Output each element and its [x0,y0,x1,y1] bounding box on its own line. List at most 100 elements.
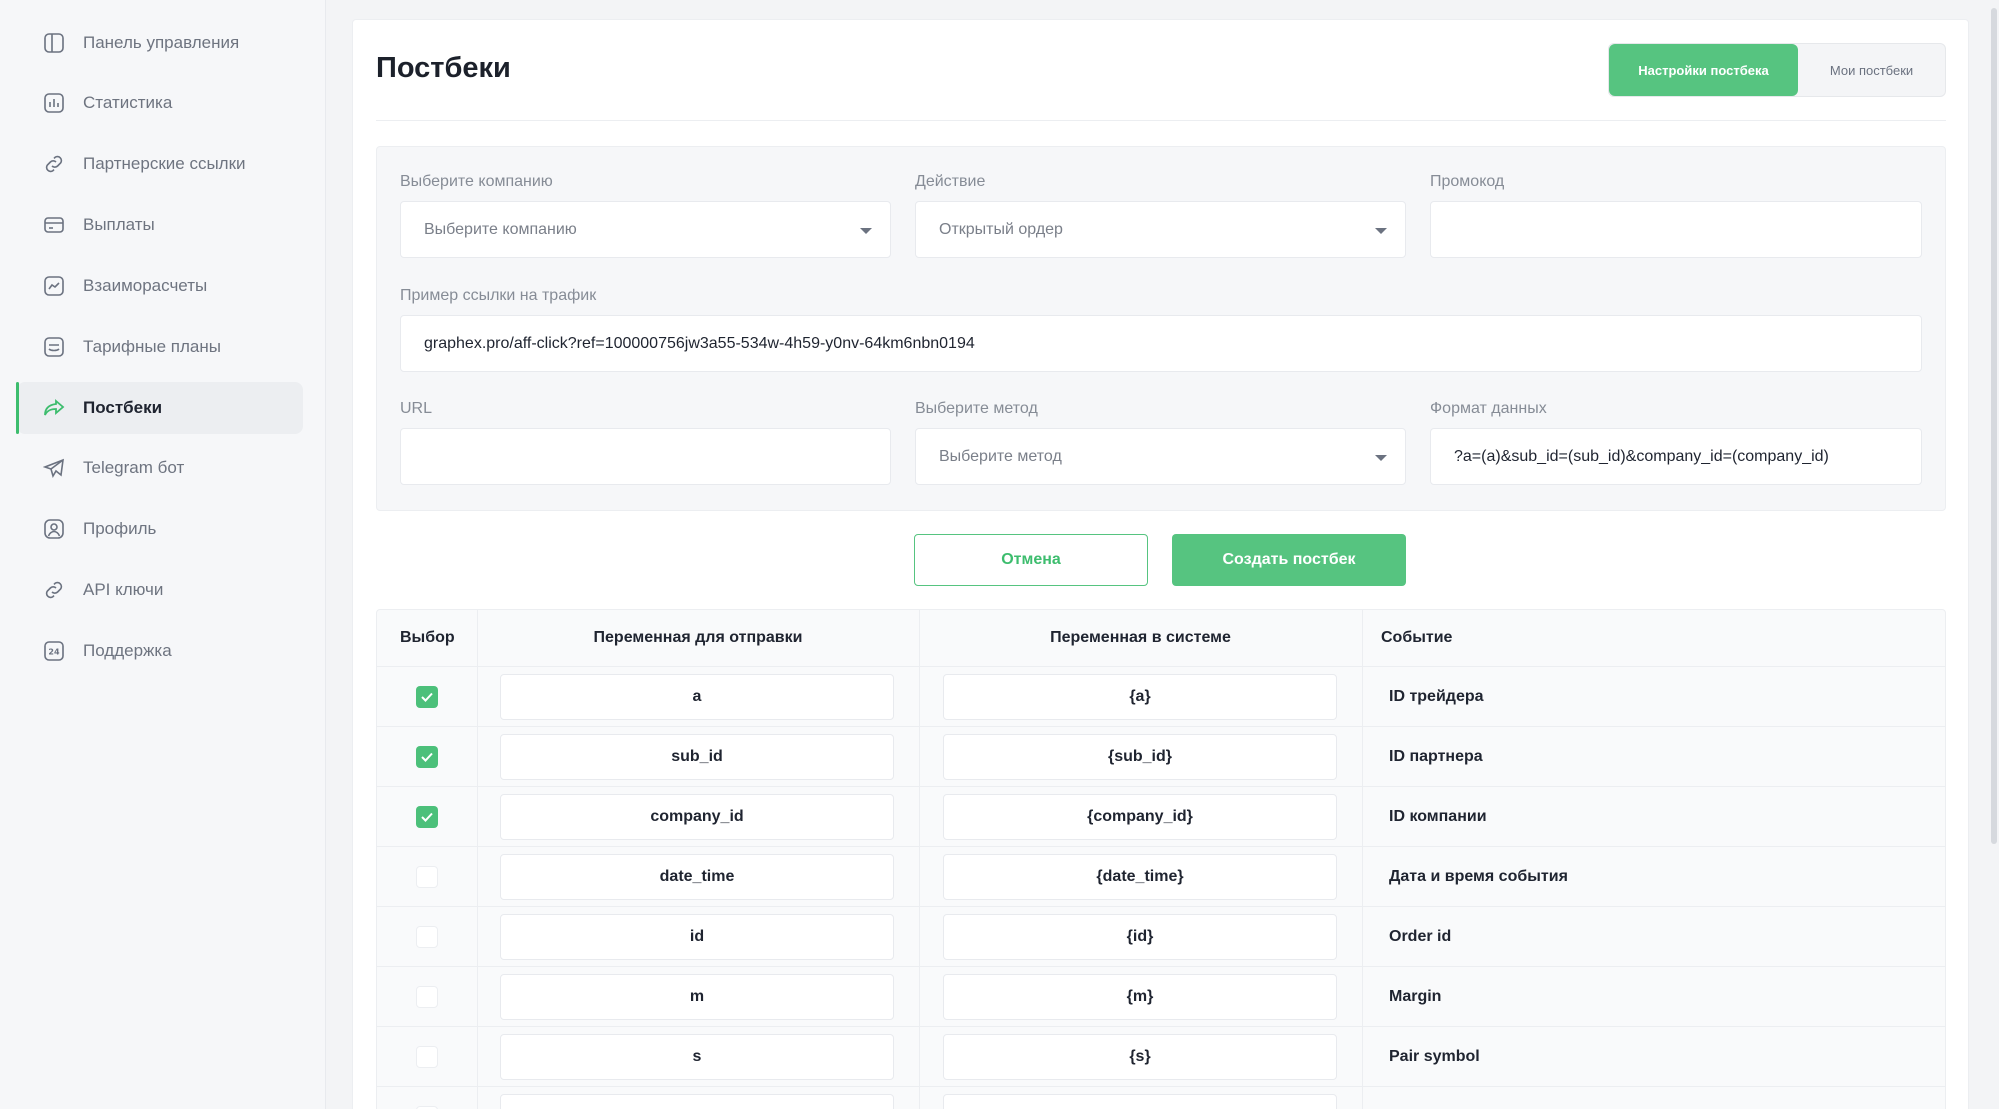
system-variable-field: {company_id} [943,794,1337,840]
data-format-input[interactable]: ?a=(a)&sub_id=(sub_id)&company_id=(compa… [1430,428,1922,485]
column-header-send-variable: Переменная для отправки [593,629,803,646]
send-variable-input[interactable] [500,1094,894,1109]
table-row: date_time {date_time} Дата и время событ… [377,846,1945,906]
svg-text:24: 24 [48,648,60,657]
company-select-value: Выберите компанию [424,220,577,238]
column-header-select: Выбор [400,629,455,646]
send-variable-input[interactable]: m [500,974,894,1020]
method-select-value: Выберите метод [939,447,1062,465]
system-variable-field: {date_time} [943,854,1337,900]
method-select[interactable]: Выберите метод [915,428,1406,485]
event-label: Дата и время события [1389,868,1568,885]
sidebar-item-label: Панель управления [83,33,240,52]
variables-table: Выбор Переменная для отправки Переменная… [376,609,1946,1109]
system-variable-field [943,1094,1337,1109]
check-icon [421,752,433,762]
page-scrollbar[interactable] [1991,8,1997,844]
sidebar-item-label: Telegram бот [83,458,185,477]
send-variable-input[interactable]: date_time [500,854,894,900]
sidebar-item-payouts[interactable]: Выплаты [17,199,303,251]
tab-postback-settings[interactable]: Настройки постбека [1609,44,1798,96]
sidebar-item-api-keys[interactable]: API ключи [17,564,303,616]
action-label: Действие [915,173,986,190]
divider [376,120,1946,121]
page-title: Постбеки [376,52,511,84]
traffic-link-input[interactable]: graphex.pro/aff-click?ref=100000756jw3a5… [400,315,1922,372]
row-checkbox[interactable] [416,1046,438,1068]
sidebar: Панель управления Статистика Партнерские… [0,0,326,1109]
table-row: company_id {company_id} ID компании [377,786,1945,846]
sidebar-item-label: API ключи [83,580,164,599]
promo-label: Промокод [1430,173,1505,190]
link-icon [42,152,66,176]
send-variable-input[interactable]: a [500,674,894,720]
company-select[interactable]: Выберите компанию [400,201,891,258]
table-row: s {s} Pair symbol [377,1026,1945,1086]
event-label: ID партнера [1389,748,1483,765]
postbacks-card: Постбеки Настройки постбека Мои постбеки… [352,19,1969,1109]
dashboard-icon [42,31,66,55]
sidebar-item-partner-links[interactable]: Партнерские ссылки [17,138,303,190]
row-checkbox[interactable] [416,806,438,828]
check-icon [421,692,433,702]
table-row: m {m} Margin [377,966,1945,1026]
table-row: id {id} Order id [377,906,1945,966]
sidebar-item-support[interactable]: 24 Поддержка [17,625,303,677]
send-variable-input[interactable]: s [500,1034,894,1080]
trend-icon [42,274,66,298]
tab-switcher: Настройки постбека Мои постбеки [1608,43,1946,97]
tab-my-postbacks[interactable]: Мои постбеки [1798,44,1945,96]
chart-icon [42,91,66,115]
sidebar-item-postbacks[interactable]: Постбеки [16,382,303,434]
row-checkbox[interactable] [416,746,438,768]
event-label: ID компании [1389,808,1487,825]
send-variable-input[interactable]: sub_id [500,734,894,780]
user-icon [42,517,66,541]
create-postback-button[interactable]: Создать постбек [1172,534,1406,586]
row-checkbox[interactable] [416,926,438,948]
table-row: a {a} ID трейдера [377,666,1945,726]
action-select[interactable]: Открытый ордер [915,201,1406,258]
sidebar-item-dashboard[interactable]: Панель управления [17,17,303,69]
method-label: Выберите метод [915,400,1038,417]
share-arrow-icon [42,396,66,420]
sidebar-item-label: Партнерские ссылки [83,154,246,173]
chevron-down-icon [860,228,872,234]
sidebar-item-label: Поддержка [83,641,172,660]
sidebar-item-profile[interactable]: Профиль [17,503,303,555]
company-label: Выберите компанию [400,173,553,190]
row-checkbox[interactable] [416,866,438,888]
sidebar-item-settlements[interactable]: Взаиморасчеты [17,260,303,312]
row-checkbox[interactable] [416,686,438,708]
url-input[interactable] [400,428,891,485]
sidebar-item-telegram-bot[interactable]: Telegram бот [17,442,303,494]
sidebar-item-label: Профиль [83,519,157,538]
sidebar-item-tariff-plans[interactable]: Тарифные планы [17,321,303,373]
column-header-event: Событие [1381,629,1453,646]
postback-form: Выберите компанию Выберите компанию Дейс… [376,146,1946,511]
telegram-icon [42,456,66,480]
cancel-button[interactable]: Отмена [914,534,1148,586]
sidebar-item-label: Статистика [83,93,173,112]
system-variable-field: {sub_id} [943,734,1337,780]
promo-input[interactable] [1430,201,1922,258]
event-label: Margin [1389,988,1442,1005]
sidebar-item-statistics[interactable]: Статистика [17,77,303,129]
table-row: sub_id {sub_id} ID партнера [377,726,1945,786]
send-variable-input[interactable]: id [500,914,894,960]
system-variable-field: {a} [943,674,1337,720]
system-variable-field: {s} [943,1034,1337,1080]
row-checkbox[interactable] [416,986,438,1008]
data-format-label: Формат данных [1430,400,1547,417]
check-icon [421,812,433,822]
event-label: Order id [1389,928,1452,945]
send-variable-input[interactable]: company_id [500,794,894,840]
system-variable-field: {id} [943,914,1337,960]
key-link-icon [42,578,66,602]
event-label: Pair symbol [1389,1048,1480,1065]
url-label: URL [400,400,433,417]
sidebar-item-label: Постбеки [83,398,163,417]
traffic-link-label: Пример ссылки на трафик [400,287,597,304]
chevron-down-icon [1375,455,1387,461]
support-24-icon: 24 [42,639,66,663]
